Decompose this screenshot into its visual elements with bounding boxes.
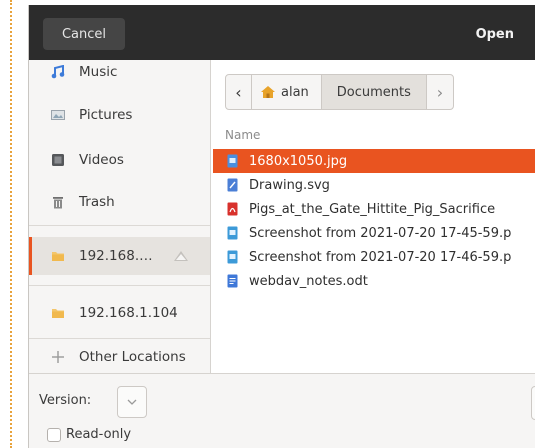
file-name: Screenshot from 2021-07-20 17-46-59.p: [249, 249, 512, 265]
chevron-right-icon: ›: [436, 82, 444, 102]
sidebar-item-label: Other Locations: [79, 349, 186, 365]
readonly-label: Read-only: [66, 427, 132, 442]
drawing-file-icon: [227, 178, 238, 192]
file-row[interactable]: Screenshot from 2021-07-20 17-45-59.p: [213, 221, 535, 245]
image-file-icon: [227, 154, 238, 168]
network-folder-icon: [52, 309, 64, 318]
sidebar-separator: [29, 338, 210, 339]
sidebar-item-videos[interactable]: Videos: [29, 145, 210, 175]
sidebar-item-label: Music: [79, 64, 118, 80]
file-row[interactable]: 1680x1050.jpg: [213, 149, 535, 173]
sidebar-item-label: Pictures: [79, 107, 133, 123]
path-forward-button[interactable]: ›: [427, 75, 453, 109]
readonly-option[interactable]: Read-only: [47, 427, 131, 442]
file-row[interactable]: webdav_notes.odt: [213, 269, 535, 293]
music-icon: [51, 65, 65, 79]
videos-icon: [52, 154, 64, 166]
sidebar-item-other-locations[interactable]: Other Locations: [29, 342, 210, 372]
file-name: 1680x1050.jpg: [249, 153, 348, 169]
version-label: Version:: [39, 393, 92, 408]
sidebar-item-pictures[interactable]: Pictures: [29, 100, 210, 130]
sidebar-separator: [29, 225, 210, 226]
chevron-down-icon: [127, 399, 137, 405]
sidebar-separator: [29, 285, 210, 286]
places-sidebar: Music Pictures Videos Trash 192.168.… 19…: [29, 60, 211, 373]
plus-icon: [52, 351, 64, 363]
pdf-file-icon: [227, 202, 238, 216]
document-file-icon: [227, 274, 238, 288]
sidebar-item-label: 192.168.…: [79, 248, 153, 264]
trash-icon: [53, 197, 63, 209]
eject-icon[interactable]: [174, 251, 188, 261]
readonly-checkbox[interactable]: [47, 427, 61, 442]
file-chooser-dialog: Cancel Open Music Pictures Videos Trash …: [28, 5, 535, 448]
path-documents-button[interactable]: Documents: [321, 75, 427, 109]
path-home-button[interactable]: alan: [252, 75, 322, 109]
file-row[interactable]: Pigs_at_the_Gate_Hittite_Pig_Sacrifice: [213, 197, 535, 221]
chevron-left-icon: ‹: [235, 82, 242, 102]
file-name: Drawing.svg: [249, 177, 330, 193]
open-button[interactable]: Open: [476, 18, 514, 50]
file-name: Screenshot from 2021-07-20 17-45-59.p: [249, 225, 512, 241]
sidebar-item-label: Trash: [79, 194, 115, 210]
sidebar-item-label: 192.168.1.104: [79, 305, 178, 321]
options-bar: Version: Read-only: [29, 373, 535, 448]
file-row[interactable]: Screenshot from 2021-07-20 17-46-59.p: [213, 245, 535, 269]
file-name: Pigs_at_the_Gate_Hittite_Pig_Sacrifice: [249, 201, 496, 217]
cancel-button[interactable]: Cancel: [43, 18, 125, 50]
network-folder-icon: [52, 252, 64, 261]
version-dropdown[interactable]: [117, 386, 147, 418]
pictures-icon: [51, 110, 65, 120]
image-file-icon: [227, 226, 238, 240]
dotted-guide: [10, 0, 12, 448]
sidebar-item-network-2[interactable]: 192.168.1.104: [29, 298, 210, 328]
column-header-name[interactable]: Name: [225, 128, 260, 142]
file-list-pane: ‹ alan Documents › Name 1680x1050.jpg Dr…: [211, 60, 535, 373]
sidebar-item-music[interactable]: Music: [29, 60, 210, 87]
sidebar-item-label: Videos: [79, 152, 124, 168]
file-name: webdav_notes.odt: [249, 273, 368, 289]
image-file-icon: [227, 250, 238, 264]
header-bar: Cancel Open: [29, 5, 535, 60]
home-icon: [261, 86, 275, 98]
filter-dropdown[interactable]: [531, 386, 535, 420]
path-home-label: alan: [281, 84, 309, 100]
path-bar: ‹ alan Documents ›: [225, 74, 454, 110]
file-row[interactable]: Drawing.svg: [213, 173, 535, 197]
path-back-button[interactable]: ‹: [226, 75, 252, 109]
sidebar-item-trash[interactable]: Trash: [29, 187, 210, 217]
